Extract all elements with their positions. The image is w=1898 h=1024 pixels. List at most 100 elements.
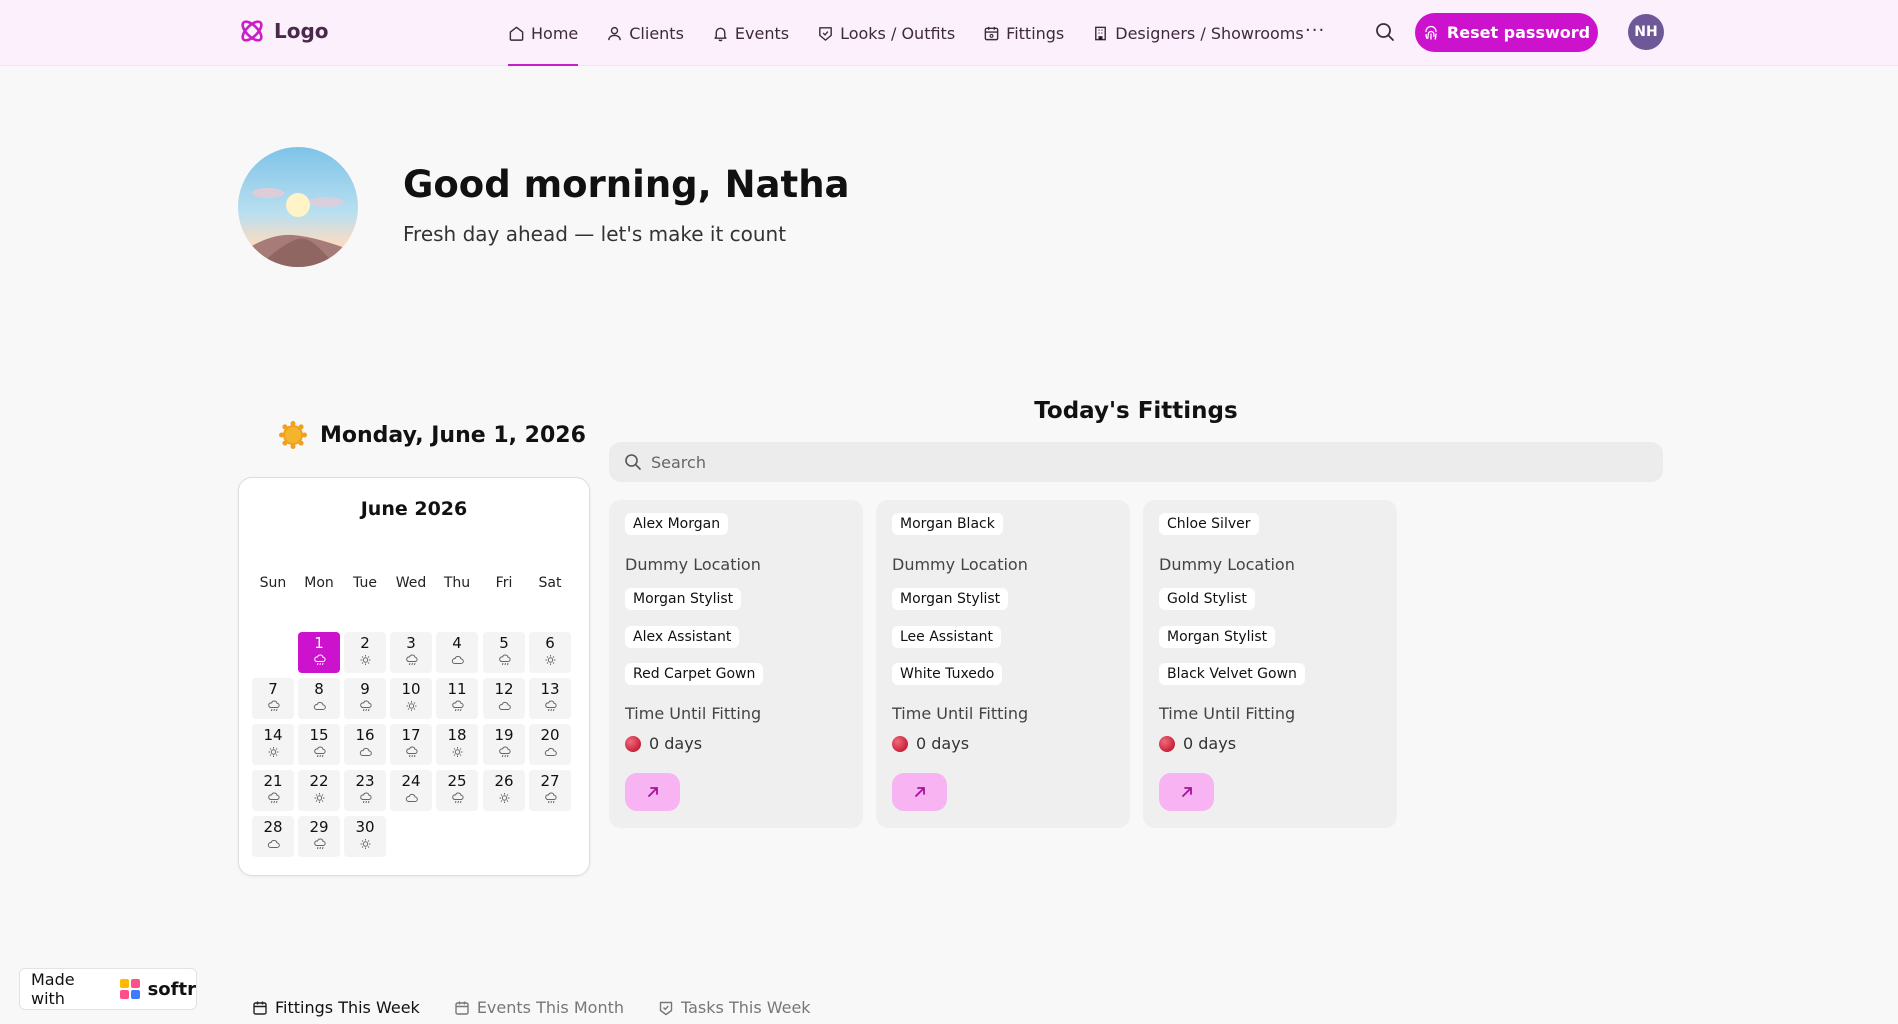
calendar-day[interactable]: 4: [436, 632, 478, 673]
calendar-day[interactable]: 16: [344, 724, 386, 765]
day-number: 30: [355, 818, 375, 836]
building-icon: [1095, 26, 1107, 40]
calendar-day[interactable]: 19: [483, 724, 525, 765]
fittings-search[interactable]: [609, 442, 1663, 482]
rain-cloud-icon: [405, 746, 418, 758]
day-number: 25: [447, 772, 467, 790]
calendar-day[interactable]: 28: [252, 816, 294, 857]
calendar-day[interactable]: 24: [390, 770, 432, 811]
search-input[interactable]: [651, 452, 1551, 472]
calendar-day[interactable]: 26: [483, 770, 525, 811]
day-number: 26: [494, 772, 514, 790]
calendar-day[interactable]: 30: [344, 816, 386, 857]
day-number: 2: [360, 634, 370, 652]
rain-cloud-icon: [498, 746, 511, 758]
day-number: 9: [360, 680, 370, 698]
sun-icon: [279, 421, 307, 449]
calendar-day[interactable]: 22: [298, 770, 340, 811]
status-dot-icon: [892, 735, 908, 752]
calendar-day[interactable]: 6: [529, 632, 571, 673]
calendar-day[interactable]: 8: [298, 678, 340, 719]
bottom-tabs: Fittings This Week Events This Month Tas…: [252, 998, 811, 1017]
cloud-icon: [451, 655, 464, 664]
search-icon: [625, 454, 641, 470]
page-title: Good morning, Natha: [403, 163, 850, 206]
cloud-icon: [313, 701, 326, 710]
weekday-label: Tue: [353, 575, 377, 591]
sun-icon: [406, 701, 416, 711]
sun-icon: [314, 793, 324, 803]
calendar-icon: [984, 26, 999, 40]
tab-label: Tasks This Week: [681, 998, 811, 1017]
home-icon: [509, 26, 524, 41]
fitting-card: Alex Morgan Dummy Location Morgan Stylis…: [609, 500, 863, 828]
day-number: 13: [540, 680, 560, 698]
calendar-day[interactable]: 3: [390, 632, 432, 673]
day-number: 1: [314, 634, 324, 652]
tag-icon: [819, 26, 832, 41]
calendar-day[interactable]: 2: [344, 632, 386, 673]
day-number: 28: [263, 818, 283, 836]
made-with-softr-badge[interactable]: Made with softr: [19, 968, 197, 1010]
nav-looks[interactable]: Looks / Outfits: [817, 0, 955, 66]
fittings-title: Today's Fittings: [1034, 398, 1238, 424]
nav-home[interactable]: Home: [508, 0, 579, 66]
tab-label: Events This Month: [476, 998, 624, 1017]
top-nav-bar: Logo Home Clients Events Looks / Outfits…: [0, 0, 1898, 66]
calendar-day[interactable]: 14: [252, 724, 294, 765]
search-icon[interactable]: [1374, 21, 1396, 43]
calendar-day[interactable]: 15: [298, 724, 340, 765]
sun-icon: [360, 839, 370, 849]
more-menu-button[interactable]: ···: [1305, 20, 1325, 41]
calendar-day[interactable]: 23: [344, 770, 386, 811]
logo[interactable]: Logo: [238, 17, 329, 45]
fitting-card: Chloe Silver Dummy Location Gold Stylist…: [1143, 500, 1397, 828]
fitting-card: Morgan Black Dummy Location Morgan Styli…: [876, 500, 1130, 828]
calendar-day[interactable]: 25: [436, 770, 478, 811]
calendar-day[interactable]: 13: [529, 678, 571, 719]
nav-designers[interactable]: Designers / Showrooms: [1092, 0, 1304, 66]
calendar-day[interactable]: 11: [436, 678, 478, 719]
rain-cloud-icon: [313, 746, 326, 758]
avatar[interactable]: NH: [1628, 14, 1664, 50]
days-remaining: 0 days: [1159, 734, 1236, 753]
calendar-day[interactable]: 27: [529, 770, 571, 811]
calendar-day[interactable]: 1: [298, 632, 340, 673]
day-number: 24: [401, 772, 421, 790]
day-number: 15: [309, 726, 329, 744]
open-fitting-button[interactable]: [892, 773, 947, 811]
nav-designers-label: Designers / Showrooms: [1115, 23, 1304, 43]
weekday-label: Wed: [395, 575, 427, 591]
calendar-day[interactable]: 29: [298, 816, 340, 857]
calendar-day[interactable]: 18: [436, 724, 478, 765]
calendar-icon: [455, 1001, 469, 1015]
nav-events-label: Events: [734, 23, 790, 43]
open-fitting-button[interactable]: [625, 773, 680, 811]
calendar-day[interactable]: 7: [252, 678, 294, 719]
calendar-day[interactable]: 12: [483, 678, 525, 719]
reset-password-button[interactable]: Reset password: [1415, 13, 1598, 52]
nav-events[interactable]: Events: [712, 0, 789, 66]
check-square-icon: [659, 1001, 673, 1015]
calendar-day[interactable]: 10: [390, 678, 432, 719]
calendar-day[interactable]: 5: [483, 632, 525, 673]
calendar-day[interactable]: 17: [390, 724, 432, 765]
nav-clients[interactable]: Clients: [606, 0, 684, 66]
calendar-day[interactable]: 21: [252, 770, 294, 811]
stylist-chip: Morgan Stylist: [892, 588, 1009, 610]
nav-fittings[interactable]: Fittings: [983, 0, 1064, 66]
status-dot-icon: [625, 735, 641, 752]
tab-fittings-this-week[interactable]: Fittings This Week: [252, 998, 420, 1017]
cloud-icon: [498, 701, 511, 710]
location-text: Dummy Location: [892, 555, 1028, 574]
calendar-day[interactable]: 20: [529, 724, 571, 765]
days-value: 0 days: [1183, 734, 1237, 753]
calendar-icon: [253, 1001, 267, 1015]
rain-cloud-icon: [498, 654, 511, 666]
open-fitting-button[interactable]: [1159, 773, 1214, 811]
tab-tasks-this-week[interactable]: Tasks This Week: [658, 998, 811, 1017]
calendar-day[interactable]: 9: [344, 678, 386, 719]
main-nav: Home Clients Events Looks / Outfits Fitt…: [508, 0, 1332, 66]
sun-icon: [268, 747, 278, 757]
tab-events-this-month[interactable]: Events This Month: [454, 998, 624, 1017]
